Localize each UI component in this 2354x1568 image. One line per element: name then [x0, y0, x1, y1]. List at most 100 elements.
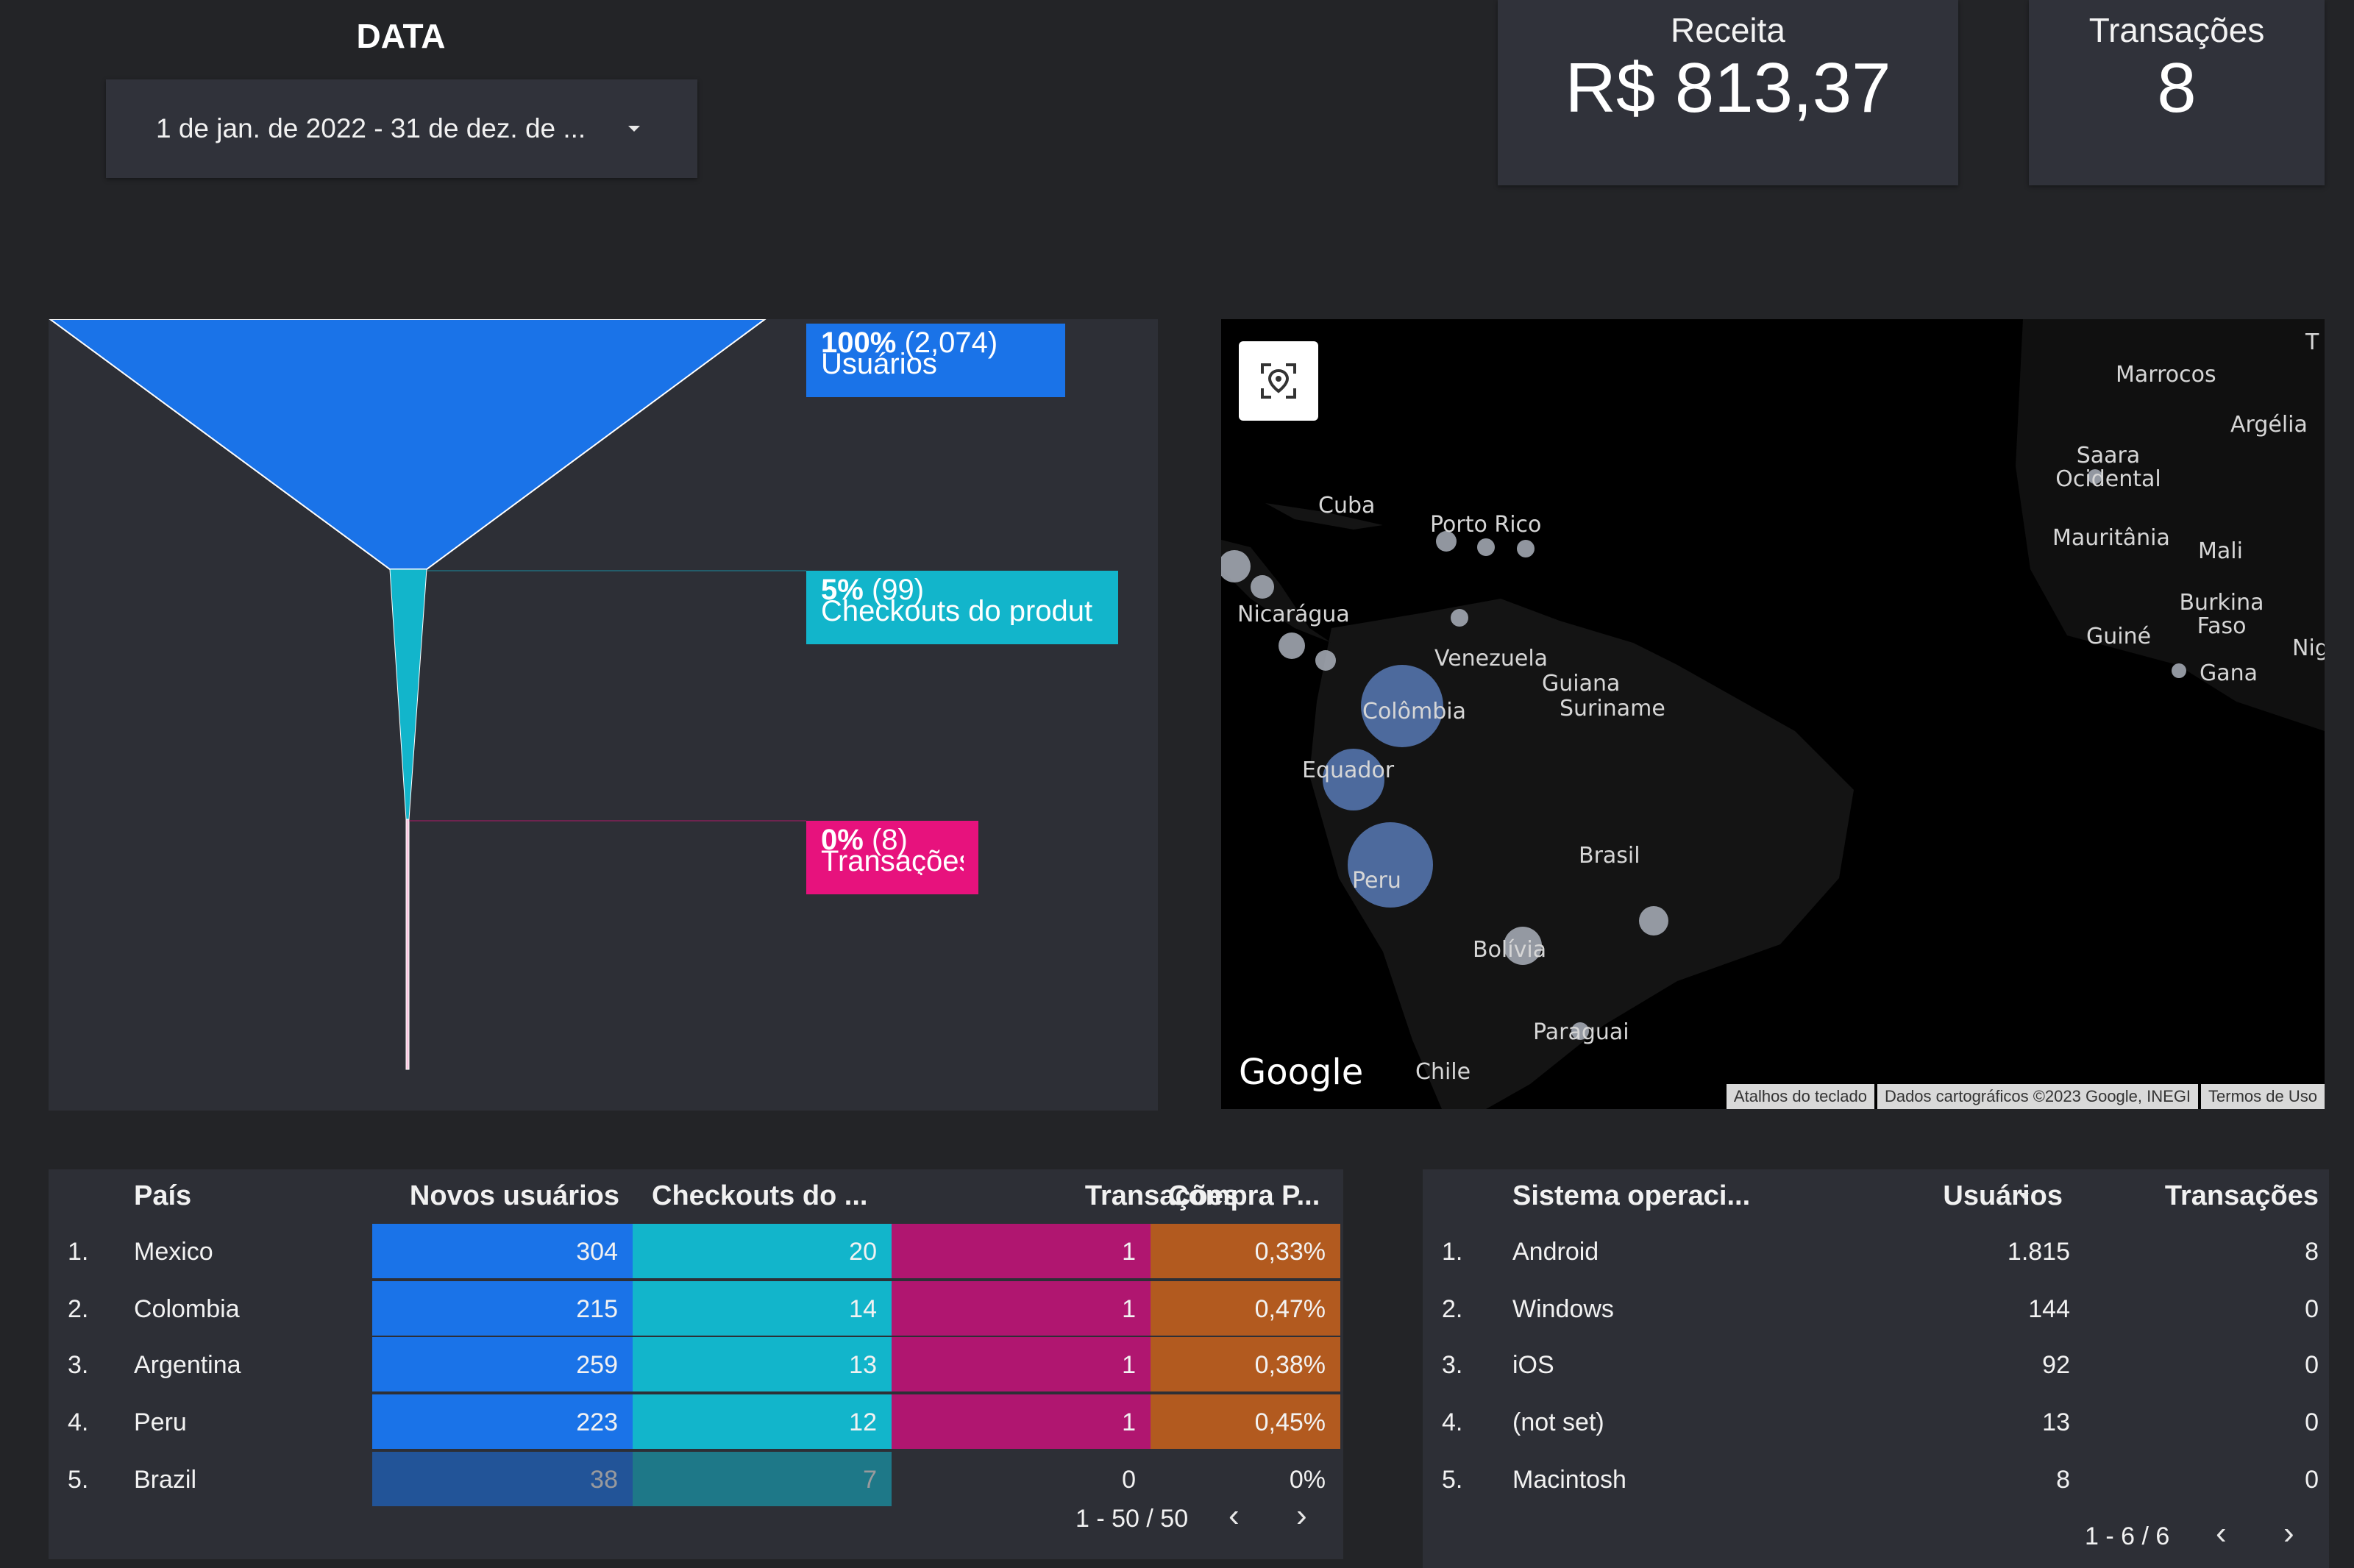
prev-page-icon[interactable]: ‹ [1228, 1497, 1240, 1534]
transactions-value: 1 [892, 1281, 1151, 1337]
bubble-gana[interactable] [2172, 663, 2186, 678]
table-row[interactable]: 1. Android 1.815 8 [1423, 1224, 2329, 1280]
map-label: Mali [2198, 538, 2243, 564]
table-row[interactable]: 4. Peru 223 12 1 0,45% [49, 1394, 1343, 1450]
new-users-value: 259 [372, 1337, 633, 1393]
transactions-value: 0 [2305, 1408, 2319, 1436]
transactions-value: 1 [892, 1394, 1151, 1450]
country-name: Mexico [134, 1238, 213, 1266]
users-value: 144 [2028, 1295, 2070, 1323]
table-row[interactable]: 5. Macintosh 8 0 [1423, 1452, 2329, 1508]
funnel-stage-checkouts [389, 569, 427, 820]
prev-page-icon[interactable]: ‹ [2216, 1515, 2227, 1552]
country-name: Brazil [134, 1466, 197, 1494]
table-row[interactable]: 1. Mexico 304 20 1 0,33% [49, 1224, 1343, 1280]
purchase-rate-value: 0,33% [1151, 1224, 1340, 1280]
pagination-label: 1 - 50 / 50 [1075, 1505, 1189, 1533]
bubble-central-2[interactable] [1251, 575, 1274, 599]
os-name: Windows [1512, 1295, 1614, 1323]
map-label: Suriname [1560, 696, 1665, 721]
scorecard-receita: Receita R$ 813,37 [1498, 0, 1958, 185]
map-label: Nig [2292, 635, 2325, 661]
bubble-peru[interactable] [1348, 822, 1433, 908]
funnel-label-transactions: 0% (8) Transações [806, 821, 978, 894]
country-table: País Novos usuários Checkouts do ... Tra… [49, 1169, 1343, 1559]
users-value: 92 [2042, 1351, 2070, 1379]
table-row[interactable]: 2. Colombia 215 14 1 0,47% [49, 1281, 1343, 1337]
map-label: Peru [1352, 868, 1401, 894]
column-header-usuarios[interactable]: Usuários [1835, 1169, 2085, 1222]
funnel-stage-name: Usuários [821, 350, 937, 378]
funnel-stage-name: Checkouts do produt [821, 597, 1093, 625]
table-row[interactable]: 2. Windows 144 0 [1423, 1281, 2329, 1337]
funnel-label-users: 100% (2,074) Usuários [806, 324, 1065, 397]
os-table: Sistema operaci... Usuários Transações 1… [1423, 1169, 2329, 1568]
map-label: Guiné [2086, 624, 2152, 649]
map-label: Porto Rico [1430, 512, 1542, 538]
os-name: Android [1512, 1238, 1599, 1266]
map-label: Paraguai [1533, 1019, 1629, 1045]
funnel-chart[interactable]: 100% (2,074) Usuários 5% (99) Checkouts … [49, 319, 1158, 1111]
pagination-label: 1 - 6 / 6 [2085, 1522, 2170, 1550]
map-label: Cuba [1318, 493, 1376, 518]
bubble-caribbean-3[interactable] [1517, 540, 1535, 557]
next-page-icon[interactable]: › [1296, 1497, 1307, 1534]
map-label: Burkina Faso [2179, 590, 2264, 639]
checkouts-value: 7 [633, 1452, 892, 1508]
geo-map[interactable]: Marrocos Argélia Saara Ocidental Mauritâ… [1221, 319, 2325, 1109]
location-target-button[interactable] [1239, 341, 1318, 421]
bubble-brazil[interactable] [1639, 906, 1668, 936]
row-index: 3. [1442, 1351, 1463, 1379]
map-label: Chile [1415, 1059, 1471, 1085]
row-index: 1. [68, 1238, 89, 1266]
map-label: Brasil [1579, 843, 1640, 869]
next-page-icon[interactable]: › [2283, 1515, 2294, 1552]
row-index: 5. [1442, 1466, 1463, 1494]
keyboard-shortcuts-link[interactable]: Atalhos do teclado [1726, 1084, 1874, 1109]
table-row[interactable]: 4. (not set) 13 0 [1423, 1394, 2329, 1450]
users-value: 1.815 [2007, 1238, 2070, 1266]
transactions-value: 1 [892, 1337, 1151, 1393]
new-users-value: 215 [372, 1281, 633, 1337]
map-label: Venezuela [1434, 646, 1548, 671]
country-name: Colombia [134, 1295, 240, 1323]
terms-of-use-link[interactable]: Termos de Uso [2201, 1084, 2325, 1109]
transactions-value: 0 [2305, 1466, 2319, 1494]
column-header-sistema-operacional[interactable]: Sistema operaci... [1512, 1169, 1750, 1222]
checkouts-value: 14 [633, 1281, 892, 1337]
transactions-value: 0 [2305, 1351, 2319, 1379]
purchase-rate-value: 0,47% [1151, 1281, 1340, 1337]
funnel-stage-name: Transações [821, 847, 964, 875]
bubble-central-4[interactable] [1315, 650, 1336, 671]
funnel-stage-users [49, 319, 767, 570]
table-row[interactable]: 3. Argentina 259 13 1 0,38% [49, 1337, 1343, 1393]
transactions-value: 0 [2305, 1295, 2319, 1323]
os-name: Macintosh [1512, 1466, 1626, 1494]
new-users-value: 304 [372, 1224, 633, 1280]
bubble-central-3[interactable] [1279, 632, 1305, 659]
map-data-credit: Dados cartográficos ©2023 Google, INEGI [1877, 1084, 2199, 1109]
country-name: Peru [134, 1408, 187, 1436]
table-row[interactable]: 5. Brazil 38 7 0 0% [49, 1452, 1343, 1508]
os-name: iOS [1512, 1351, 1554, 1379]
map-label: Argélia [2230, 412, 2308, 438]
date-range-picker[interactable]: 1 de jan. de 2022 - 31 de dez. de ... [106, 79, 697, 178]
country-name: Argentina [134, 1351, 241, 1379]
bubble-caribbean-2[interactable] [1477, 538, 1495, 556]
map-label: Mauritânia [2052, 525, 2170, 551]
column-header-checkouts[interactable]: Checkouts do ... [652, 1169, 867, 1222]
row-index: 4. [1442, 1408, 1463, 1436]
funnel-stage-transactions [405, 819, 410, 1070]
map-label: Equador [1302, 758, 1395, 783]
transactions-value: 0 [1122, 1466, 1136, 1494]
map-label: Marrocos [2116, 362, 2216, 388]
column-header-pais[interactable]: País [134, 1169, 191, 1222]
column-header-transacoes[interactable]: Transações [2085, 1169, 2319, 1222]
os-name: (not set) [1512, 1408, 1604, 1436]
column-header-compra[interactable]: Compra P... [1168, 1169, 1320, 1222]
purchase-rate-value: 0,38% [1151, 1337, 1340, 1393]
table-row[interactable]: 3. iOS 92 0 [1423, 1337, 2329, 1393]
sort-desc-icon[interactable] [2019, 1193, 2029, 1199]
column-header-novos-usuarios[interactable]: Novos usuários [372, 1169, 622, 1222]
bubble-caribbean-4[interactable] [1451, 609, 1468, 627]
